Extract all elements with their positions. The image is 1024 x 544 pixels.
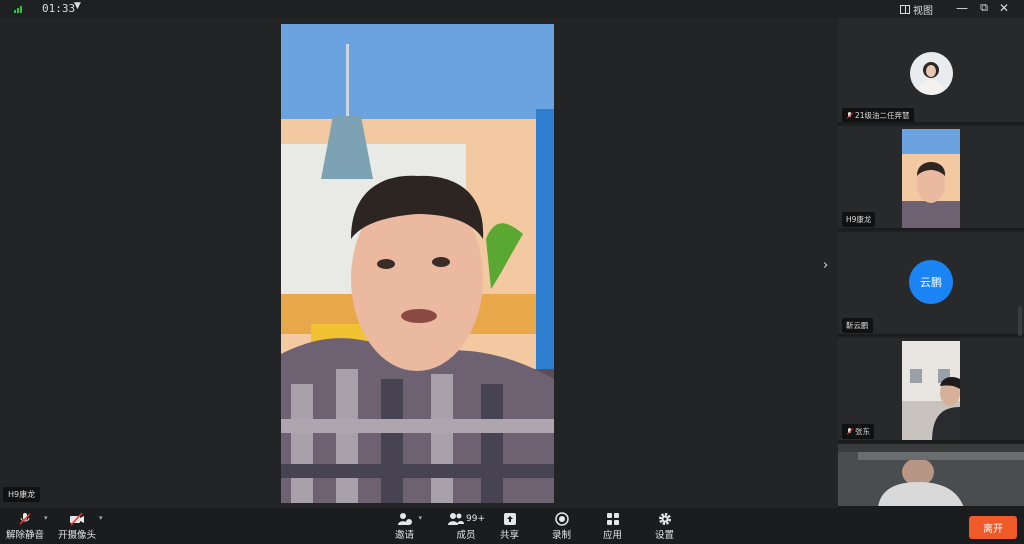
camera-label: 开摄像头 <box>58 530 97 541</box>
record-icon <box>554 511 569 527</box>
mic-muted-icon <box>846 427 853 436</box>
unmute-label: 解除静音 <box>6 530 45 541</box>
settings-button[interactable]: 设置 <box>655 511 674 541</box>
mic-muted-icon: ▾ <box>18 511 48 527</box>
minimize-icon[interactable]: — <box>955 1 969 15</box>
grid-view-icon <box>900 5 910 14</box>
bottom-toolbar: ▾ 解除静音 ▾ 开摄像头 ▾ 邀请 99+ 成员 共享 录制 应用 设置 离开 <box>0 508 1024 544</box>
participant-name-tag: 张东 <box>842 424 874 439</box>
apps-label: 应用 <box>603 530 623 541</box>
members-icon: 99+ <box>447 511 485 527</box>
gear-icon <box>658 511 672 527</box>
meeting-timer: 01:33 <box>42 2 76 15</box>
mic-muted-icon <box>846 111 853 120</box>
sidebar-scroll-handle[interactable] <box>1018 306 1022 336</box>
participant-name-tag: 靳云鹏 <box>842 318 873 333</box>
avatar: 云鹏 <box>909 260 953 304</box>
participant-sidebar: 21级油二任奔慧 H9康龙 云鹏 靳云鹏 张东 ⌄ <box>838 18 1024 508</box>
settings-label: 设置 <box>655 530 675 541</box>
chevron-right-icon[interactable]: › <box>823 258 828 273</box>
restore-icon[interactable]: ⧉ <box>977 1 991 15</box>
record-button[interactable]: 录制 <box>552 511 571 541</box>
members-count: 99+ <box>466 514 485 524</box>
add-user-icon: ▾ <box>397 511 422 527</box>
participant-name-tag: 21级油二任奔慧 <box>842 108 914 122</box>
avatar <box>910 52 953 95</box>
participant-video-thumb <box>902 341 960 440</box>
apps-button[interactable]: 应用 <box>603 511 622 541</box>
view-label: 视图 <box>913 6 933 17</box>
main-stage: H9康龙 › <box>0 18 838 508</box>
invite-label: 邀请 <box>395 530 415 541</box>
camera-button[interactable]: ▾ 开摄像头 <box>58 511 103 541</box>
participant-video-thumb <box>902 129 960 228</box>
unmute-button[interactable]: ▾ 解除静音 <box>6 511 48 541</box>
timer-dropdown-icon[interactable]: ▼ <box>74 1 81 11</box>
share-button[interactable]: 共享 <box>500 511 519 541</box>
participant-tile[interactable]: 云鹏 靳云鹏 <box>838 232 1024 336</box>
apps-grid-icon <box>606 511 620 527</box>
leave-button[interactable]: 离开 <box>969 516 1017 539</box>
main-video[interactable] <box>281 24 554 503</box>
scroll-down-icon[interactable]: ⌄ <box>926 492 933 501</box>
view-button[interactable]: 视图 <box>900 2 933 17</box>
participant-tile[interactable]: 21级油二任奔慧 <box>838 18 1024 124</box>
main-participant-name: H9康龙 <box>3 487 41 502</box>
invite-button[interactable]: ▾ 邀请 <box>395 511 422 541</box>
close-icon[interactable]: ✕ <box>997 1 1011 15</box>
members-label: 成员 <box>456 530 476 541</box>
members-button[interactable]: 99+ 成员 <box>447 511 485 541</box>
share-label: 共享 <box>500 530 520 541</box>
participant-tile[interactable]: ⌄ <box>838 444 1024 508</box>
participant-tile[interactable]: H9康龙 <box>838 126 1024 230</box>
share-screen-icon <box>503 511 517 527</box>
video-frame <box>281 24 554 503</box>
top-bar: 01:33 ▼ 视图 — ⧉ ✕ <box>0 0 1024 18</box>
record-label: 录制 <box>552 530 572 541</box>
camera-off-icon: ▾ <box>69 511 103 527</box>
participant-tile[interactable]: 张东 <box>838 338 1024 442</box>
participant-name-tag: H9康龙 <box>842 212 876 227</box>
network-signal-icon[interactable] <box>14 5 26 13</box>
